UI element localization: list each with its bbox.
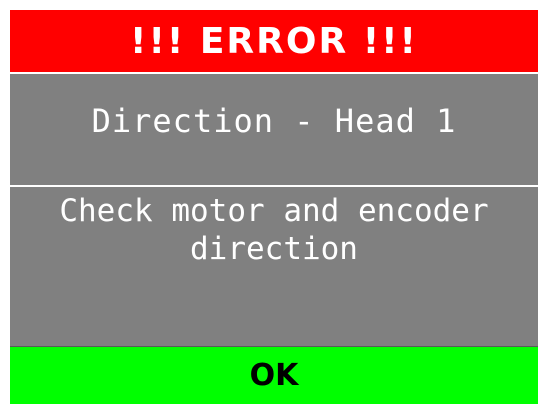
error-message: Check motor and encoder direction xyxy=(59,193,489,267)
error-header: !!! ERROR !!! xyxy=(10,10,538,72)
error-dialog: !!! ERROR !!! Direction - Head 1 Check m… xyxy=(10,10,538,404)
ok-button[interactable]: OK xyxy=(10,346,538,404)
title-divider xyxy=(10,185,538,187)
error-title: Direction - Head 1 xyxy=(91,102,457,140)
header-divider xyxy=(10,72,538,74)
